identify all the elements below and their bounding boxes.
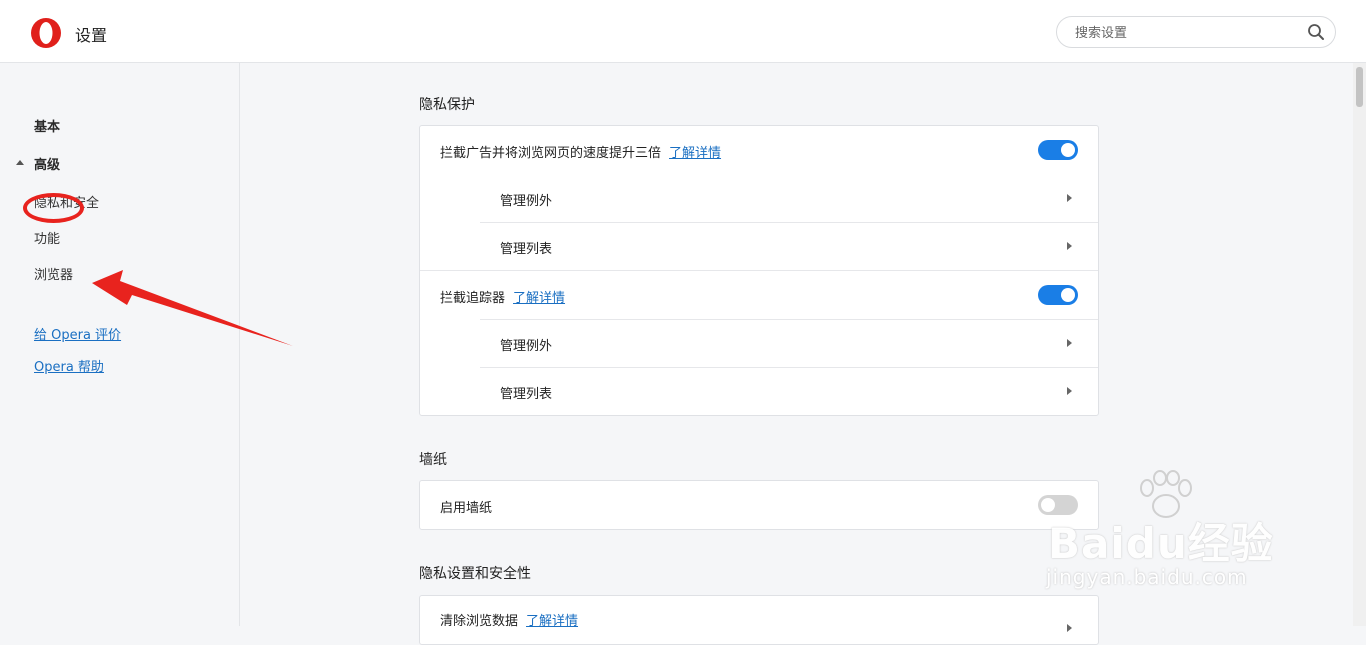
ad-block-label-wrap: 拦截广告并将浏览网页的速度提升三倍 了解详情 xyxy=(440,142,721,161)
ad-manage-exceptions-row[interactable]: 管理例外 xyxy=(420,175,1098,223)
tracker-block-label: 拦截追踪器 xyxy=(440,291,506,306)
manage-lists-label: 管理列表 xyxy=(500,242,553,257)
section-title-privacy: 隐私保护 xyxy=(419,97,475,113)
ad-block-row: 拦截广告并将浏览网页的速度提升三倍 了解详情 xyxy=(420,126,1098,175)
top-bar: 设置 xyxy=(0,0,1366,63)
tracker-block-label-wrap: 拦截追踪器 了解详情 xyxy=(440,287,565,306)
tracker-manage-lists-row[interactable]: 管理列表 xyxy=(420,368,1098,416)
toggle-knob xyxy=(1061,288,1075,302)
watermark-url: jingyan.baidu.com xyxy=(1046,565,1248,589)
chevron-right-icon xyxy=(1067,194,1072,202)
enable-wallpaper-label: 启用墙纸 xyxy=(440,501,493,516)
search-icon[interactable] xyxy=(1307,23,1325,41)
sidebar: 基本 高级 隐私和安全 功能 浏览器 给 Opera 评价 Opera 帮助 xyxy=(0,63,240,626)
search-input[interactable] xyxy=(1073,23,1297,43)
tracker-block-toggle[interactable] xyxy=(1038,285,1078,305)
chevron-right-icon xyxy=(1067,242,1072,250)
sidebar-item-advanced[interactable]: 高级 xyxy=(34,154,60,173)
sidebar-item-privacy-security[interactable]: 隐私和安全 xyxy=(34,192,99,211)
clear-data-label[interactable]: 清除浏览数据 xyxy=(440,614,518,629)
sidebar-item-browser[interactable]: 浏览器 xyxy=(34,264,73,283)
ad-block-label: 拦截广告并将浏览网页的速度提升三倍 xyxy=(440,146,662,161)
toggle-knob xyxy=(1061,143,1075,157)
section-title-wallpaper: 墙纸 xyxy=(419,452,447,468)
ad-manage-lists-row[interactable]: 管理列表 xyxy=(420,223,1098,271)
sidebar-item-basic[interactable]: 基本 xyxy=(34,116,60,135)
toggle-knob xyxy=(1041,498,1055,512)
opera-help-link[interactable]: Opera 帮助 xyxy=(34,356,104,375)
rate-opera-link[interactable]: 给 Opera 评价 xyxy=(34,324,121,343)
chevron-right-icon xyxy=(1067,624,1072,632)
tracker-manage-exceptions-row[interactable]: 管理例外 xyxy=(420,320,1098,368)
search-box[interactable] xyxy=(1056,16,1336,48)
manage-exceptions-label: 管理例外 xyxy=(500,194,553,209)
tracker-block-row: 拦截追踪器 了解详情 xyxy=(420,271,1098,320)
clear-data-learn-more-link[interactable]: 了解详情 xyxy=(526,614,578,629)
sidebar-item-features[interactable]: 功能 xyxy=(34,228,60,247)
wallpaper-toggle[interactable] xyxy=(1038,495,1078,515)
paw-icon xyxy=(1140,470,1192,518)
page-title: 设置 xyxy=(75,26,108,45)
ad-block-toggle[interactable] xyxy=(1038,140,1078,160)
ad-block-learn-more-link[interactable]: 了解详情 xyxy=(669,146,721,161)
scrollbar-thumb[interactable] xyxy=(1356,67,1363,107)
manage-lists-label: 管理列表 xyxy=(500,387,553,402)
section-title-privacy-security: 隐私设置和安全性 xyxy=(419,566,531,582)
privacy-card: 拦截广告并将浏览网页的速度提升三倍 了解详情 管理例外 管理列表 拦截追踪器 了解详… xyxy=(419,125,1099,416)
wallpaper-card: 启用墙纸 xyxy=(419,480,1099,530)
opera-logo-icon xyxy=(31,18,61,48)
tracker-block-learn-more-link[interactable]: 了解详情 xyxy=(513,291,565,306)
caret-up-icon[interactable] xyxy=(16,160,24,165)
privacy-security-card: 清除浏览数据 了解详情 xyxy=(419,595,1099,645)
manage-exceptions-label: 管理例外 xyxy=(500,339,553,354)
scrollbar[interactable] xyxy=(1353,63,1366,626)
chevron-right-icon xyxy=(1067,339,1072,347)
clear-data-label-wrap: 清除浏览数据 了解详情 xyxy=(440,610,578,629)
chevron-right-icon xyxy=(1067,387,1072,395)
